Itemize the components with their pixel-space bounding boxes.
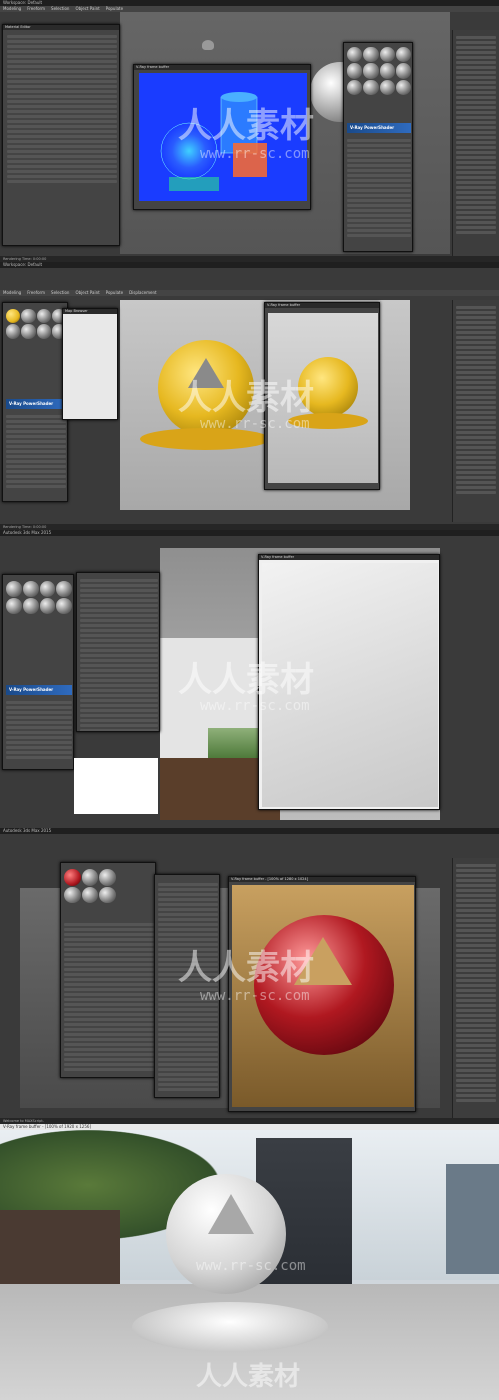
material-editor-window[interactable]: Material Editor <box>2 24 120 246</box>
command-panel[interactable] <box>452 30 499 256</box>
menu-item[interactable]: Freeform <box>27 6 45 12</box>
rollout-panel[interactable] <box>76 572 160 732</box>
watermark-brand: 人人素材 <box>178 378 314 418</box>
statue-base <box>132 1302 328 1352</box>
watermark-brand: 人人素材 <box>178 948 314 988</box>
watermark-url: www.rr-sc.com <box>200 988 310 1004</box>
material-slots[interactable] <box>347 47 411 95</box>
section-2-yellow-material: Workspace: Default Modeling Freeform Sel… <box>0 262 499 530</box>
watermark-url: www.rr-sc.com <box>200 416 310 432</box>
maxscript-listener[interactable] <box>74 758 158 814</box>
section-5-street-render: V-Ray frame buffer - [100% of 1920 x 125… <box>0 1124 499 1400</box>
vray-banner: V-Ray PowerShader <box>347 123 411 133</box>
frame-buffer-title: V-Ray frame buffer <box>259 555 439 560</box>
vray-banner: V-Ray PowerShader <box>6 399 66 409</box>
material-slots[interactable] <box>6 581 72 614</box>
menu-item[interactable]: Object Paint <box>75 290 99 296</box>
menu-item[interactable]: Modeling <box>3 6 21 12</box>
menu-item[interactable]: Displacement <box>129 290 157 296</box>
frame-buffer-title: V-Ray frame buffer <box>265 303 379 308</box>
menu-item[interactable]: Selection <box>51 6 69 12</box>
watermark-url: www.rr-sc.com <box>200 698 310 714</box>
menu-item[interactable]: Freeform <box>27 290 45 296</box>
frame-buffer-title: V-Ray frame buffer - [100% of 1280 x 102… <box>229 877 415 882</box>
material-slots[interactable] <box>6 309 66 339</box>
watermark-brand: 人人素材 <box>178 660 314 700</box>
section-4-titlebar: Autodesk 3ds Max 2015 <box>0 828 499 834</box>
slate-material-panel[interactable]: V-Ray PowerShader <box>343 42 413 252</box>
watermark-brand: 人人素材 <box>178 106 314 146</box>
material-editor-window-4[interactable] <box>60 862 156 1078</box>
menu-item[interactable]: Selection <box>51 290 69 296</box>
material-editor-window-2[interactable]: V-Ray PowerShader <box>2 302 68 502</box>
menu-item[interactable]: Modeling <box>3 290 21 296</box>
material-slots[interactable] <box>64 869 117 904</box>
menu-item[interactable]: Populate <box>106 290 123 296</box>
section-3-interior-render: Autodesk 3ds Max 2015 V-Ray frame buffer… <box>0 530 499 828</box>
command-panel-2[interactable] <box>452 300 499 522</box>
teapot-object <box>202 40 214 50</box>
watermark-brand: 人人素材 <box>196 1362 301 1392</box>
white-sphere-statue <box>166 1174 286 1294</box>
command-panel-4[interactable] <box>452 858 499 1118</box>
section-2-menubar: Modeling Freeform Selection Object Paint… <box>0 290 499 296</box>
building-right <box>446 1164 499 1274</box>
frame-buffer-title: V-Ray frame buffer <box>134 65 310 70</box>
section-1-max-blue-render: Workspace: Default Modeling Freeform Sel… <box>0 0 499 262</box>
garden-picture <box>208 728 258 758</box>
section-3-titlebar: Autodesk 3ds Max 2015 <box>0 530 499 536</box>
menu-item[interactable]: Object Paint <box>75 6 99 12</box>
watermark-url: www.rr-sc.com <box>200 146 310 162</box>
section-2-titlebar: Workspace: Default <box>0 262 499 268</box>
map-browser-window[interactable]: Map Browser <box>62 308 118 420</box>
parameter-rollouts <box>7 35 117 185</box>
section-4-red-material: Autodesk 3ds Max 2015 V-Ray frame buffer… <box>0 828 499 1124</box>
building-left <box>0 1210 120 1290</box>
material-editor-window-3[interactable]: V-Ray PowerShader <box>2 574 74 770</box>
watermark-url: www.rr-sc.com <box>196 1258 306 1274</box>
vray-banner: V-Ray PowerShader <box>6 685 72 695</box>
